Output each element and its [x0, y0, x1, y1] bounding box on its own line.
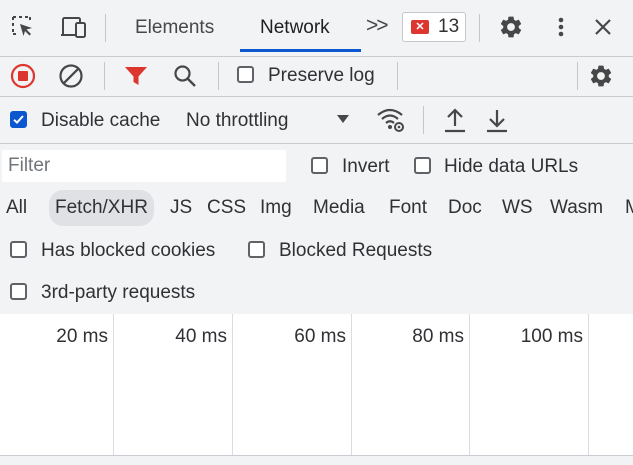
export-har-download-icon[interactable] — [483, 105, 511, 135]
timeline-tick-label: 20 ms — [56, 326, 108, 347]
network-toolbar: Preserve log — [0, 56, 633, 97]
chevron-down-icon[interactable] — [333, 109, 353, 129]
timeline-gridline — [113, 314, 114, 456]
has-blocked-cookies-checkbox[interactable] — [10, 241, 27, 258]
device-toolbar-icon[interactable] — [56, 12, 90, 42]
filter-input[interactable] — [2, 150, 286, 182]
timeline-gridline — [469, 314, 470, 456]
invert-checkbox[interactable] — [311, 157, 328, 174]
blocked-requests-checkbox[interactable] — [248, 241, 265, 258]
timeline-gridline — [351, 314, 352, 456]
hide-data-urls-checkbox[interactable] — [414, 157, 431, 174]
type-filter-font[interactable]: Font — [389, 190, 427, 226]
type-filter-doc[interactable]: Doc — [448, 190, 482, 226]
third-party-requests-checkbox[interactable] — [10, 283, 27, 300]
type-filter-img[interactable]: Img — [260, 190, 292, 226]
network-timeline-overview[interactable]: 20 ms 40 ms 60 ms 80 ms 100 ms — [0, 314, 633, 456]
type-filter-ws[interactable]: WS — [502, 190, 533, 226]
type-filter-fetch-xhr[interactable]: Fetch/XHR — [49, 190, 154, 226]
more-tabs-button[interactable]: >> — [366, 14, 388, 38]
network-conditions-wifi-icon[interactable] — [374, 105, 408, 135]
import-har-upload-icon[interactable] — [441, 105, 469, 135]
timeline-tick-label: 100 ms — [520, 326, 583, 347]
preserve-log-label: Preserve log — [268, 65, 375, 86]
blocked-requests-label: Blocked Requests — [279, 240, 433, 261]
settings-gear-icon[interactable] — [496, 12, 526, 42]
divider — [577, 62, 578, 90]
preserve-log-checkbox[interactable] — [237, 66, 254, 83]
type-filter-media[interactable]: Media — [313, 190, 365, 226]
close-icon[interactable] — [588, 12, 618, 42]
search-icon[interactable] — [170, 61, 200, 91]
error-icon: ✕ — [411, 20, 429, 34]
type-filter-manifest[interactable]: M — [625, 190, 633, 226]
divider — [218, 62, 219, 90]
more-options-icon[interactable] — [546, 12, 576, 42]
record-stop-icon[interactable] — [8, 61, 38, 91]
divider — [105, 14, 106, 42]
type-filter-css[interactable]: CSS — [207, 190, 246, 226]
invert-label: Invert — [342, 156, 390, 177]
devtools-tab-bar: Elements Network >> ✕ 13 — [0, 0, 633, 57]
blocked-filters: Has blocked cookies Blocked Requests — [0, 230, 633, 272]
has-blocked-cookies-label: Has blocked cookies — [41, 240, 216, 261]
hide-data-urls-label: Hide data URLs — [444, 156, 579, 177]
divider — [423, 106, 424, 134]
divider — [479, 14, 480, 42]
checkmark-icon — [13, 115, 24, 125]
filter-funnel-icon[interactable] — [121, 61, 151, 91]
divider — [104, 62, 105, 90]
timeline-tick-label: 80 ms — [412, 326, 464, 347]
timeline-tick-label: 60 ms — [294, 326, 346, 347]
network-toolbar-secondary: Disable cache No throttling — [0, 97, 633, 144]
divider — [397, 62, 398, 90]
timeline-gridline — [588, 314, 589, 456]
throttling-select[interactable]: No throttling — [186, 110, 288, 132]
active-tab-indicator — [240, 49, 361, 52]
clear-icon[interactable] — [56, 61, 86, 91]
tab-network[interactable]: Network — [260, 17, 330, 39]
third-party-filter: 3rd-party requests — [0, 272, 633, 315]
error-count-badge[interactable]: ✕ 13 — [402, 12, 466, 42]
type-filter-js[interactable]: JS — [170, 190, 192, 226]
network-settings-gear-icon[interactable] — [586, 61, 616, 91]
resource-type-filters: All Fetch/XHR JS CSS Img Media Font Doc … — [0, 190, 633, 230]
error-count: 13 — [438, 16, 460, 37]
type-filter-all[interactable]: All — [6, 190, 27, 226]
timeline-gridline — [232, 314, 233, 456]
disable-cache-label: Disable cache — [41, 110, 161, 131]
tab-elements[interactable]: Elements — [135, 17, 214, 39]
type-filter-wasm[interactable]: Wasm — [550, 190, 603, 226]
disable-cache-checkbox[interactable] — [10, 111, 27, 128]
inspect-element-icon[interactable] — [8, 12, 38, 42]
timeline-tick-label: 40 ms — [175, 326, 227, 347]
filter-bar: Invert Hide data URLs — [0, 144, 633, 190]
third-party-requests-label: 3rd-party requests — [41, 282, 196, 303]
